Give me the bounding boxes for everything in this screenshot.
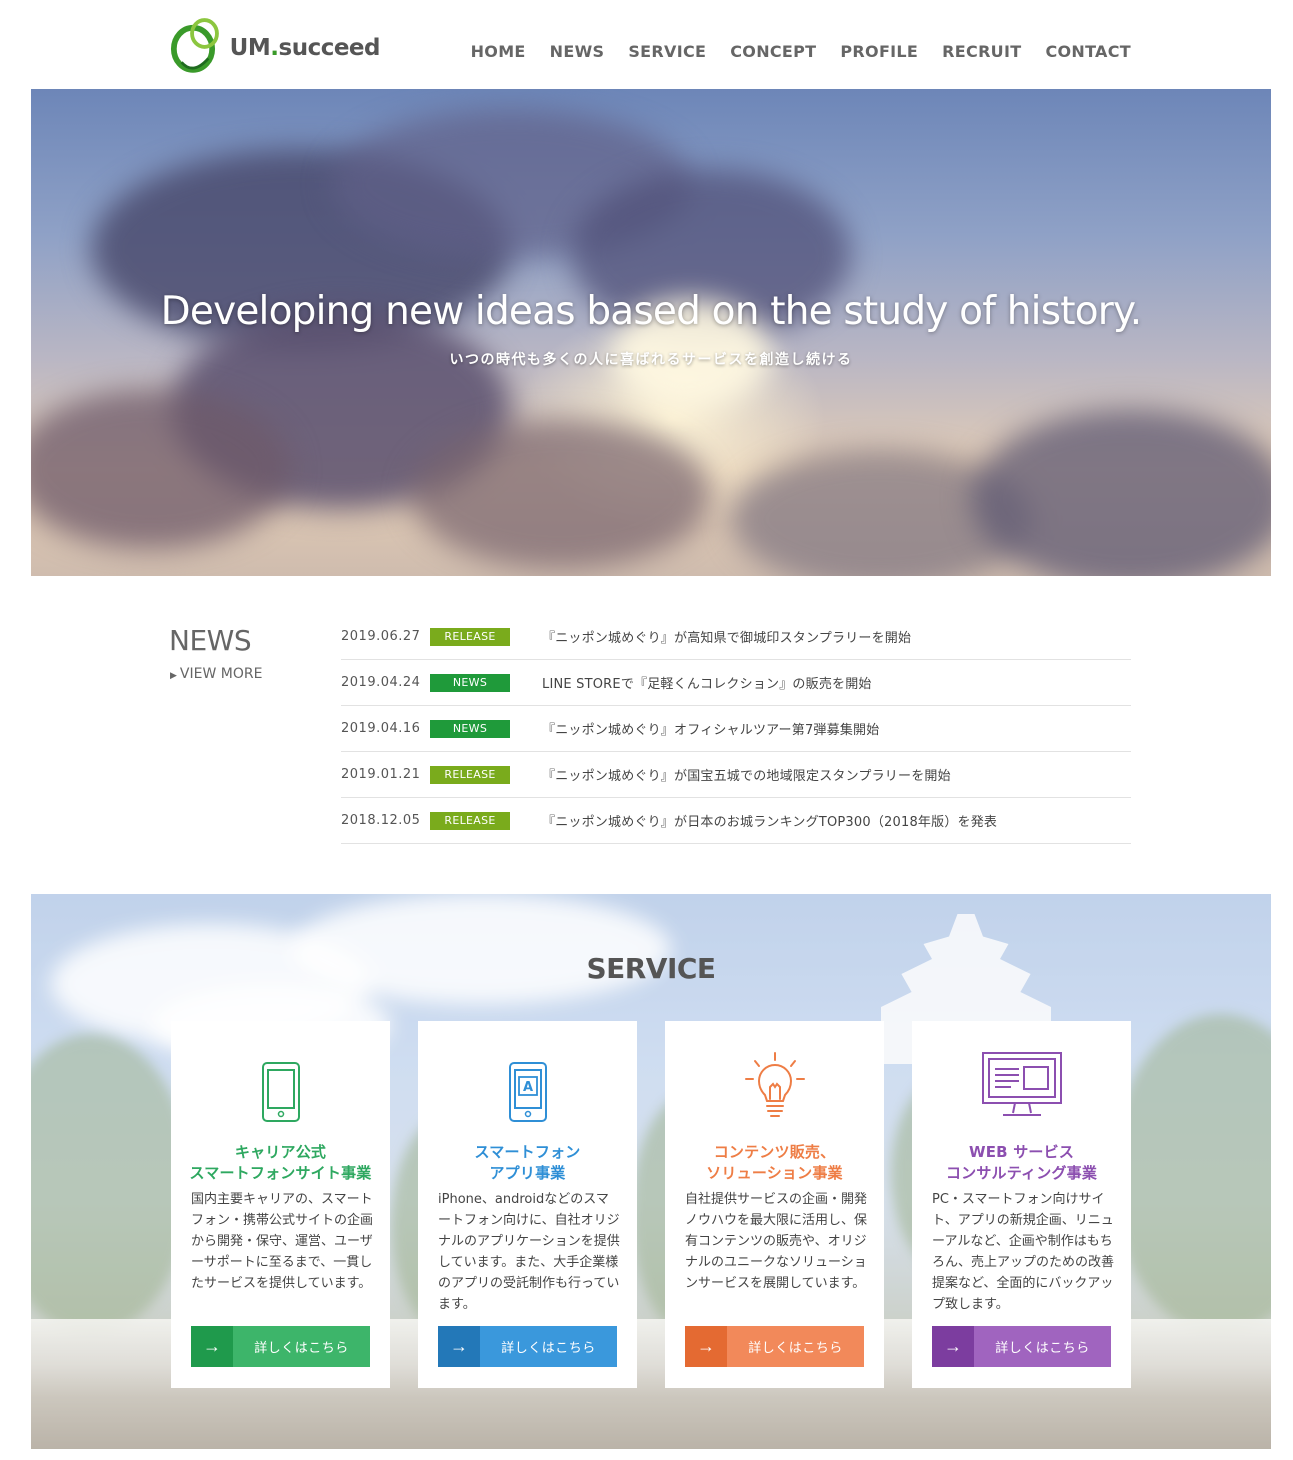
hero-subtitle: いつの時代も多くの人に喜ばれるサービスを創造し続ける	[449, 352, 853, 368]
hero-title: Developing new ideas based on the study …	[160, 289, 1142, 334]
nav-service[interactable]: SERVICE	[628, 42, 706, 61]
logo-rings-icon	[170, 18, 219, 73]
hero-cloud	[411, 419, 711, 569]
service-card-description: 国内主要キャリアの、スマートフォン・携帯公式サイトの企画から開発・保守、運営、ユ…	[191, 1192, 374, 1291]
nav-profile[interactable]: PROFILE	[840, 42, 918, 61]
news-date: 2018.12.05	[341, 813, 421, 828]
news-date: 2019.04.16	[341, 721, 421, 736]
hero-cloud	[31, 389, 291, 549]
service-card-description: PC・スマートフォン向けサイト、アプリの新規企画、リニューアルなど、企画や制作は…	[932, 1192, 1115, 1312]
smartphone-icon	[261, 1062, 300, 1122]
arrow-right-icon: →	[191, 1326, 233, 1367]
news-date: 2019.06.27	[341, 629, 421, 644]
nav-concept[interactable]: CONCEPT	[730, 42, 816, 61]
nav-contact[interactable]: CONTACT	[1045, 42, 1131, 61]
site-header: UM.succeed HOME NEWS SERVICE CONCEPT PRO…	[0, 0, 1293, 89]
service-card-title: スマートフォン アプリ事業	[474, 1143, 581, 1182]
news-list: 2019.06.27 RELEASE 『ニッポン城めぐり』が高知県で御城印スタン…	[341, 614, 1131, 844]
news-category-badge: NEWS	[430, 673, 510, 692]
news-item[interactable]: 2019.04.16 NEWS 『ニッポン城めぐり』オフィシャルツアー第7弾募集…	[341, 706, 1131, 752]
monitor-icon	[981, 1052, 1062, 1116]
news-item[interactable]: 2019.06.27 RELEASE 『ニッポン城めぐり』が高知県で御城印スタン…	[341, 614, 1131, 660]
service-card-title: キャリア公式 スマートフォンサイト事業	[189, 1143, 372, 1182]
service-card-detail-button[interactable]: → 詳しくはこちら	[685, 1326, 864, 1367]
news-category-badge: NEWS	[430, 719, 510, 738]
news-date: 2019.04.24	[341, 675, 421, 690]
service-card-carrier: キャリア公式 スマートフォンサイト事業 国内主要キャリアの、スマートフォン・携帯…	[171, 1021, 390, 1388]
service-card-title: コンテンツ販売、 ソリューション事業	[706, 1143, 843, 1182]
service-section: SERVICE キャリア公式 スマートフォンサイト事業 国内主要キャリアの、スマ…	[31, 894, 1271, 1449]
service-card-app: A スマートフォン アプリ事業 iPhone、androidなどのスマートフォン…	[418, 1021, 637, 1388]
smartphone-app-icon: A	[508, 1062, 547, 1122]
news-item[interactable]: 2019.01.21 RELEASE 『ニッポン城めぐり』が国宝五城での地域限定…	[341, 752, 1131, 798]
news-category-badge: RELEASE	[430, 765, 510, 784]
news-date: 2019.01.21	[341, 767, 421, 782]
service-card-web: WEB サービス コンサルティング事業 PC・スマートフォン向けサイト、アプリの…	[912, 1021, 1131, 1388]
news-title: LINE STOREで『足軽くんコレクション』の販売を開始	[542, 677, 872, 692]
site-logo[interactable]: UM.succeed	[170, 14, 380, 76]
hero-cloud	[971, 409, 1271, 576]
svg-text:A: A	[522, 1080, 532, 1095]
nav-home[interactable]: HOME	[471, 42, 526, 61]
service-card-description: iPhone、androidなどのスマートフォン向けに、自社オリジナルのアプリケ…	[438, 1192, 620, 1312]
service-card-title: WEB サービス コンサルティング事業	[945, 1143, 1098, 1182]
news-heading: NEWS	[169, 624, 252, 657]
news-category-badge: RELEASE	[430, 627, 510, 646]
logo-wordmark: UM.succeed	[229, 35, 381, 61]
arrow-right-icon: →	[438, 1326, 480, 1367]
news-view-more-link[interactable]: ▶ VIEW MORE	[170, 666, 262, 682]
nav-news[interactable]: NEWS	[550, 42, 605, 61]
news-item[interactable]: 2018.12.05 RELEASE 『ニッポン城めぐり』が日本のお城ランキング…	[341, 798, 1131, 844]
arrow-right-icon: →	[932, 1326, 974, 1367]
service-card-contents: コンテンツ販売、 ソリューション事業 自社提供サービスの企画・開発ノウハウを最大…	[665, 1021, 884, 1388]
service-heading: SERVICE	[586, 952, 716, 985]
service-card-detail-button[interactable]: → 詳しくはこちら	[191, 1326, 370, 1367]
news-title: 『ニッポン城めぐり』オフィシャルツアー第7弾募集開始	[542, 723, 880, 738]
service-card-detail-button[interactable]: → 詳しくはこちら	[438, 1326, 617, 1367]
news-title: 『ニッポン城めぐり』が高知県で御城印スタンプラリーを開始	[542, 631, 912, 646]
main-nav: HOME NEWS SERVICE CONCEPT PROFILE RECRUI…	[471, 42, 1131, 61]
hero-banner: Developing new ideas based on the study …	[31, 89, 1271, 576]
news-title: 『ニッポン城めぐり』が国宝五城での地域限定スタンプラリーを開始	[542, 769, 951, 784]
triangle-right-icon: ▶	[170, 671, 177, 681]
news-title: 『ニッポン城めぐり』が日本のお城ランキングTOP300（2018年版）を発表	[542, 815, 998, 830]
nav-recruit[interactable]: RECRUIT	[942, 42, 1021, 61]
news-item[interactable]: 2019.04.24 NEWS LINE STOREで『足軽くんコレクション』の…	[341, 660, 1131, 706]
arrow-right-icon: →	[685, 1326, 727, 1367]
news-category-badge: RELEASE	[430, 811, 510, 830]
lightbulb-icon	[744, 1052, 805, 1117]
service-card-description: 自社提供サービスの企画・開発ノウハウを最大限に活用し、保有コンテンツの販売や、オ…	[685, 1192, 868, 1291]
service-card-detail-button[interactable]: → 詳しくはこちら	[932, 1326, 1111, 1367]
